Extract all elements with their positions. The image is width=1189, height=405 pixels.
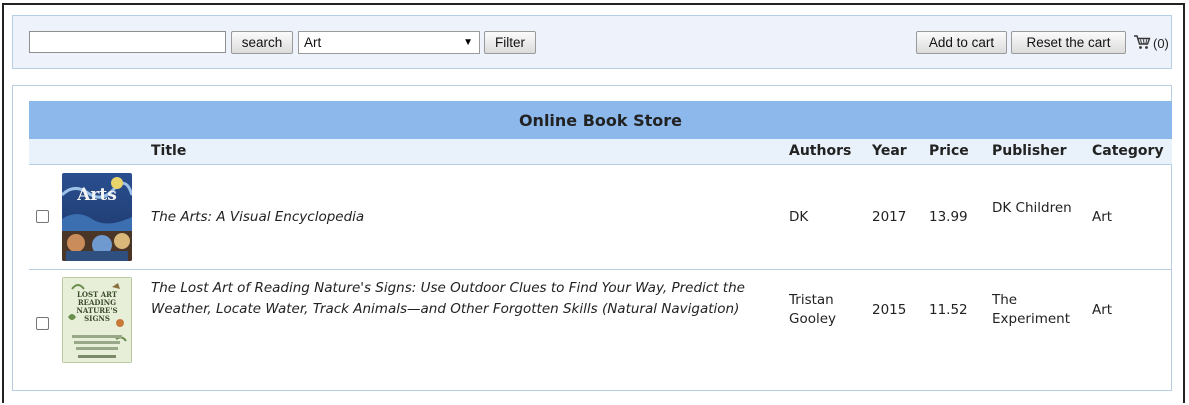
book-table-panel: Online Book Store Title Authors Year Pri… xyxy=(12,85,1172,391)
row-select-checkbox[interactable] xyxy=(36,317,49,330)
category-select-value: Art xyxy=(304,35,322,50)
search-input[interactable] xyxy=(29,31,226,53)
book-publisher: The Experiment xyxy=(992,292,1071,327)
cart-count: (0) xyxy=(1153,35,1169,51)
toolbar: search Art ▼ Filter Add to cart Reset th… xyxy=(12,15,1172,69)
cover-title-text: Arts xyxy=(76,185,117,205)
store-title: Online Book Store xyxy=(29,101,1172,139)
filter-button[interactable]: Filter xyxy=(484,31,536,54)
book-title: The Lost Art of Reading Nature's Signs: … xyxy=(151,280,745,317)
column-header-year: Year xyxy=(872,143,907,159)
column-header-title: Title xyxy=(151,143,187,159)
shopping-cart-icon xyxy=(1133,34,1153,53)
book-cover-image: LOST ART READING NATURE'S SIGNS xyxy=(62,277,132,363)
book-category: Art xyxy=(1092,302,1113,318)
book-year: 2015 xyxy=(872,302,907,318)
book-price: 11.52 xyxy=(929,302,968,318)
column-header-publisher: Publisher xyxy=(992,143,1067,159)
row-select-checkbox[interactable] xyxy=(36,210,49,223)
column-header-price: Price xyxy=(929,143,969,159)
book-cover-image: Arts xyxy=(62,173,132,261)
dropdown-arrow-icon: ▼ xyxy=(463,37,473,48)
search-button[interactable]: search xyxy=(231,31,293,54)
book-title: The Arts: A Visual Encyclopedia xyxy=(151,209,365,225)
book-authors: DK xyxy=(789,209,809,225)
table-row: LOST ART READING NATURE'S SIGNS The Lost… xyxy=(29,270,1172,370)
book-publisher: DK Children xyxy=(992,200,1072,216)
book-year: 2017 xyxy=(872,209,907,225)
book-category: Art xyxy=(1092,209,1113,225)
cover-title-text: LOST ART READING NATURE'S SIGNS xyxy=(76,291,118,323)
book-authors: Tristan Gooley xyxy=(789,292,837,327)
column-header-authors: Authors xyxy=(789,143,852,159)
category-select[interactable]: Art ▼ xyxy=(298,31,480,54)
table-row: Arts The Arts: A Visual Encyclopedia DK … xyxy=(29,166,1172,269)
add-to-cart-button[interactable]: Add to cart xyxy=(916,31,1007,54)
book-price: 13.99 xyxy=(929,209,968,225)
table-header: Title Authors Year Price Publisher Categ… xyxy=(29,139,1172,165)
cart-indicator[interactable]: (0) xyxy=(1133,16,1169,70)
reset-cart-button[interactable]: Reset the cart xyxy=(1011,31,1126,54)
column-header-category: Category xyxy=(1092,143,1164,159)
